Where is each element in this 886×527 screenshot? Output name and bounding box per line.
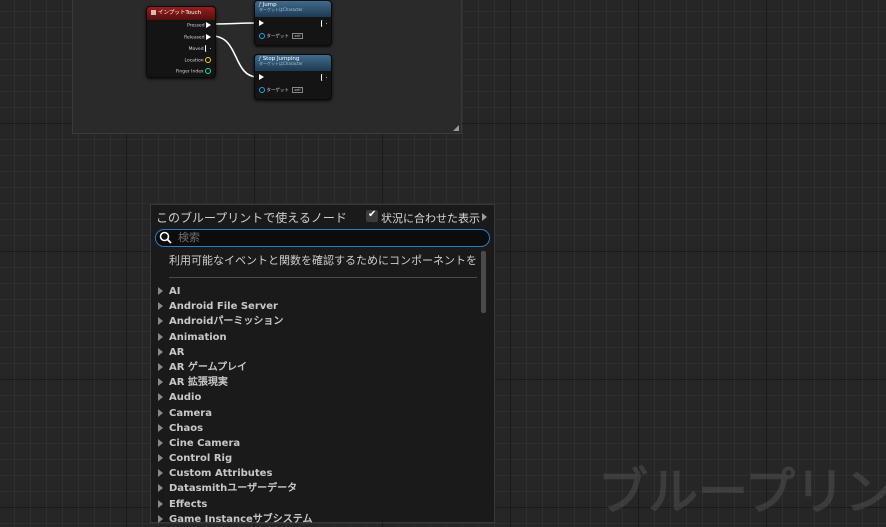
category-item[interactable]: Datasmithユーザーデータ [158,481,313,496]
scrollbar[interactable] [481,251,486,313]
input-touch-title: インプットTouch [158,10,202,16]
input-touch-node[interactable]: インプットTouch Pressed Released Moved Locati… [146,6,216,78]
expand-arrow-icon[interactable] [482,213,487,221]
category-item[interactable]: Chaos [158,421,313,436]
jump-node[interactable]: ƒ Jump ターゲットはCharacter ターゲット self [254,0,332,46]
context-sensitive-checkbox[interactable]: ✔ [366,209,378,222]
wire-released-to-stop [211,35,259,78]
input-touch-node-header[interactable]: インプットTouch [147,7,215,20]
exec-out-icon[interactable] [321,74,327,81]
pin-moved[interactable]: Moved [189,45,211,52]
category-item[interactable]: AR [158,345,313,360]
palette-title: このブループリントで使えるノード [156,211,347,225]
expand-triangle-icon[interactable] [158,362,163,371]
pin-released[interactable]: Released [184,34,211,41]
stop-jumping-node[interactable]: ƒ Stop Jumping ターゲットはCharacter ターゲット sel… [254,54,332,100]
stop-jumping-exec-out[interactable] [321,74,327,81]
jump-exec-out[interactable] [321,20,327,27]
category-item[interactable]: AI [158,284,313,299]
expand-triangle-icon[interactable] [158,317,163,326]
pin-pressed[interactable]: Pressed [187,22,211,29]
exec-out-icon[interactable] [205,45,211,52]
category-list: AI Android File Server Androidパーミッション An… [158,284,313,527]
expand-triangle-icon[interactable] [158,514,163,523]
expand-triangle-icon[interactable] [158,302,163,311]
divider [169,277,477,278]
context-sensitive-label[interactable]: 状況に合わせた表示 [381,210,480,226]
expand-triangle-icon[interactable] [158,332,163,341]
jump-target-pin[interactable]: ターゲット self [259,33,303,40]
expand-triangle-icon[interactable] [158,469,163,478]
exec-in-icon[interactable] [259,74,264,80]
category-item[interactable]: Control Rig [158,451,313,466]
search-input[interactable] [178,230,478,244]
search-icon [159,231,172,244]
event-icon [151,10,156,15]
expand-triangle-icon[interactable] [158,347,163,356]
expand-triangle-icon[interactable] [158,408,163,417]
stop-jumping-target-pin[interactable]: ターゲット self [259,87,303,94]
checkmark-icon: ✔ [368,209,377,220]
pin-finger-index[interactable]: Finger Index [176,68,211,75]
exec-in-icon[interactable] [259,20,264,26]
category-item[interactable]: Animation [158,330,313,345]
category-item[interactable]: Game Instanceサブシステム [158,512,313,527]
exec-out-icon[interactable] [321,20,327,27]
wire-pressed-to-jump [211,22,259,25]
expand-triangle-icon[interactable] [158,438,163,447]
expand-triangle-icon[interactable] [158,454,163,463]
category-item[interactable]: Androidパーミッション [158,314,313,329]
jump-node-header[interactable]: ƒ Jump ターゲットはCharacter [255,1,331,17]
object-pin-icon[interactable] [259,87,265,93]
component-hint: 利用可能なイベントと関数を確認するためにコンポーネントを選択 [169,254,477,267]
object-pin-icon[interactable] [259,33,265,39]
exec-out-icon[interactable] [206,34,211,40]
exec-out-icon[interactable] [206,22,211,28]
jump-exec-in[interactable] [259,20,264,27]
enum-pin-icon[interactable] [205,68,211,74]
expand-triangle-icon[interactable] [158,423,163,432]
category-item[interactable]: Camera [158,406,313,421]
stop-jumping-subtitle: ターゲットはCharacter [259,61,303,66]
stop-jumping-node-header[interactable]: ƒ Stop Jumping ターゲットはCharacter [255,55,331,71]
vector-pin-icon[interactable] [205,57,211,63]
category-item[interactable]: AR 拡張現実 [158,375,313,390]
expand-triangle-icon[interactable] [158,499,163,508]
expand-triangle-icon[interactable] [158,393,163,402]
pin-location[interactable]: Location [185,57,211,64]
search-box[interactable] [155,229,490,247]
action-palette[interactable]: このブループリントで使えるノード ✔ 状況に合わせた表示 利用可能なイベントと関… [150,204,495,525]
category-item[interactable]: Audio [158,390,313,405]
blueprint-watermark: ブループリン [598,463,886,521]
stop-jumping-exec-in[interactable] [259,74,264,81]
category-item[interactable]: Cine Camera [158,436,313,451]
category-item[interactable]: Android File Server [158,299,313,314]
expand-triangle-icon[interactable] [158,484,163,493]
category-item[interactable]: AR ゲームプレイ [158,360,313,375]
expand-triangle-icon[interactable] [158,378,163,387]
target-self-box[interactable]: self [292,87,303,93]
expand-triangle-icon[interactable] [158,287,163,295]
jump-subtitle: ターゲットはCharacter [259,7,303,12]
target-self-box[interactable]: self [292,33,303,39]
category-item[interactable]: Effects [158,497,313,512]
category-item[interactable]: Custom Attributes [158,466,313,481]
